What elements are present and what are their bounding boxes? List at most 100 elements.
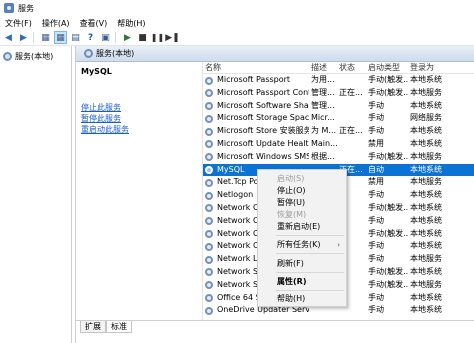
tab-standard[interactable]: 标准 — [106, 321, 132, 333]
toolbar: ◀ ▶ ▦ ▦ ▤ ? ▣ ▶ ■ ❚❚ ▶❚ — [0, 30, 474, 46]
service-log-on-as: 本地系统 — [410, 138, 442, 148]
column-header-status[interactable]: 状态 — [339, 62, 365, 74]
service-log-on-as: 本地服务 — [410, 87, 442, 97]
stop-service-link[interactable]: 停止此服务 — [81, 102, 121, 113]
restart-service-icon[interactable]: ▶❚ — [165, 31, 179, 44]
service-startup-type: 手动(触发... — [368, 151, 408, 161]
service-description: 为用... — [311, 75, 335, 84]
gear-icon — [84, 49, 93, 58]
service-row[interactable]: Microsoft Passport 为用... 手动(触发... 本地系统 — [203, 74, 474, 87]
context-menu: 启动(S) 停止(O) 暂停(U) 恢复(M) 重新启动(E) 所有任务(K) … — [257, 169, 347, 307]
forward-arrow-icon[interactable]: ▶ — [17, 31, 30, 44]
start-service-icon[interactable]: ▶ — [121, 31, 134, 44]
ctx-separator — [276, 290, 344, 291]
service-log-on-as: 本地系统 — [410, 190, 442, 200]
console-tree: 服务(本地) — [0, 46, 72, 343]
gear-icon — [3, 51, 12, 61]
tree-item-services-local[interactable]: 服务(本地) — [3, 50, 71, 62]
ctx-resume[interactable]: 恢复(M) — [258, 209, 346, 221]
service-name: Microsoft Passport Container — [217, 87, 309, 97]
toolbar-separator — [33, 32, 34, 43]
service-startup-type: 手动 — [368, 126, 384, 136]
toolbar-separator — [115, 32, 116, 43]
restart-service-link[interactable]: 重启动此服务 — [81, 124, 129, 135]
ctx-start[interactable]: 启动(S) — [258, 173, 346, 185]
ctx-refresh[interactable]: 刷新(F) — [258, 258, 346, 270]
menu-file[interactable]: 文件(F) — [0, 18, 37, 29]
service-status — [339, 100, 365, 113]
pause-service-link[interactable]: 暂停此服务 — [81, 113, 121, 124]
service-startup-type: 手动 — [368, 113, 384, 123]
ctx-separator — [276, 253, 344, 254]
service-startup-type: 手动(触发... — [368, 87, 408, 97]
ctx-stop[interactable]: 停止(O) — [258, 185, 346, 197]
menu-help[interactable]: 帮助(H) — [112, 18, 150, 29]
list-view-icon[interactable]: ▦ — [54, 31, 67, 44]
service-status — [339, 74, 365, 87]
service-startup-type: 手动(触发... — [368, 202, 408, 212]
stop-service-icon[interactable]: ■ — [136, 31, 149, 44]
service-startup-type: 手动 — [368, 190, 384, 200]
show-hide-tree-icon[interactable]: ▦ — [39, 31, 52, 44]
service-status — [339, 138, 365, 151]
service-description: 为 M... — [311, 126, 337, 136]
ctx-pause[interactable]: 暂停(U) — [258, 197, 346, 209]
pause-service-icon[interactable]: ❚❚ — [151, 31, 164, 44]
service-log-on-as: 网络服务 — [410, 113, 442, 123]
service-startup-type: 禁用 — [368, 138, 384, 148]
service-log-on-as: 本地服务 — [410, 177, 442, 187]
service-row[interactable]: Microsoft Passport Container管理... 正在... 手动… — [203, 87, 474, 100]
service-startup-type: 手动 — [368, 292, 384, 302]
service-startup-type: 手动(触发... — [368, 75, 408, 84]
service-name: Microsoft Update Health S... — [217, 138, 309, 148]
service-log-on-as: 本地系统 — [410, 266, 442, 276]
ctx-all-tasks-label: 所有任务(K) — [277, 240, 321, 249]
properties-icon[interactable]: ▣ — [99, 31, 112, 44]
menu-action[interactable]: 操作(A) — [37, 18, 75, 29]
service-description: 管理... — [311, 100, 335, 110]
tab-extended[interactable]: 扩展 — [80, 321, 106, 333]
service-log-on-as: 本地系统 — [410, 292, 442, 302]
service-status — [339, 112, 365, 125]
service-row[interactable]: Microsoft Windows SMS 路...根据... 手动(触发...本… — [203, 151, 474, 164]
ctx-all-tasks[interactable]: 所有任务(K) › — [258, 239, 346, 251]
ctx-separator — [276, 235, 344, 236]
column-header-log-on-as[interactable]: 登录为 — [410, 62, 474, 74]
service-status: 正在... — [339, 87, 363, 97]
ctx-help[interactable]: 帮助(H) — [258, 293, 346, 305]
service-log-on-as: 本地服务 — [410, 151, 442, 161]
column-header-description[interactable]: 描述 — [311, 62, 337, 74]
service-log-on-as: 本地系统 — [410, 228, 442, 238]
column-header-name[interactable]: 名称 — [205, 62, 309, 74]
ctx-restart[interactable]: 重新启动(E) — [258, 221, 346, 233]
service-description: Micr... — [311, 113, 335, 123]
service-name: Microsoft Software Shado... — [217, 100, 309, 110]
service-startup-type: 禁用 — [368, 177, 384, 187]
service-row[interactable]: Microsoft Software Shado...管理... 手动 本地系统 — [203, 100, 474, 113]
service-log-on-as: 本地系统 — [410, 100, 442, 110]
ctx-properties[interactable]: 属性(R) — [258, 276, 346, 288]
service-startup-type: 自动 — [368, 164, 384, 174]
back-arrow-icon[interactable]: ◀ — [2, 31, 15, 44]
help-icon[interactable]: ? — [84, 31, 97, 44]
service-startup-type: 手动(触发... — [368, 279, 408, 289]
service-startup-type: 手动(触发... — [368, 266, 408, 276]
column-header-startup-type[interactable]: 启动类型 — [368, 62, 408, 74]
service-status: 正在... — [339, 126, 363, 136]
services-app-icon — [4, 3, 14, 13]
service-name: Microsoft Store 安装服务 — [217, 126, 309, 136]
view-tabs: 扩展 标准 — [76, 320, 474, 343]
export-list-icon[interactable]: ▤ — [69, 31, 82, 44]
service-log-on-as: 本地系统 — [410, 75, 442, 84]
service-row[interactable]: Microsoft Store 安装服务为 M... 正在... 手动 本地系统 — [203, 125, 474, 138]
service-startup-type: 手动 — [368, 241, 384, 251]
service-startup-type: 手动 — [368, 254, 384, 264]
service-startup-type: 手动 — [368, 305, 384, 315]
service-name: Microsoft Passport — [217, 75, 291, 84]
service-row[interactable]: Microsoft Storage Spaces S...Micr... 手动 网络… — [203, 112, 474, 125]
pane-header-title: 服务(本地) — [96, 49, 135, 58]
tree-item-label: 服务(本地) — [15, 51, 54, 61]
menu-view[interactable]: 查看(V) — [75, 18, 113, 29]
service-log-on-as: 本地服务 — [410, 254, 442, 264]
service-row[interactable]: Microsoft Update Health S...Main... 禁用 本地系… — [203, 138, 474, 151]
